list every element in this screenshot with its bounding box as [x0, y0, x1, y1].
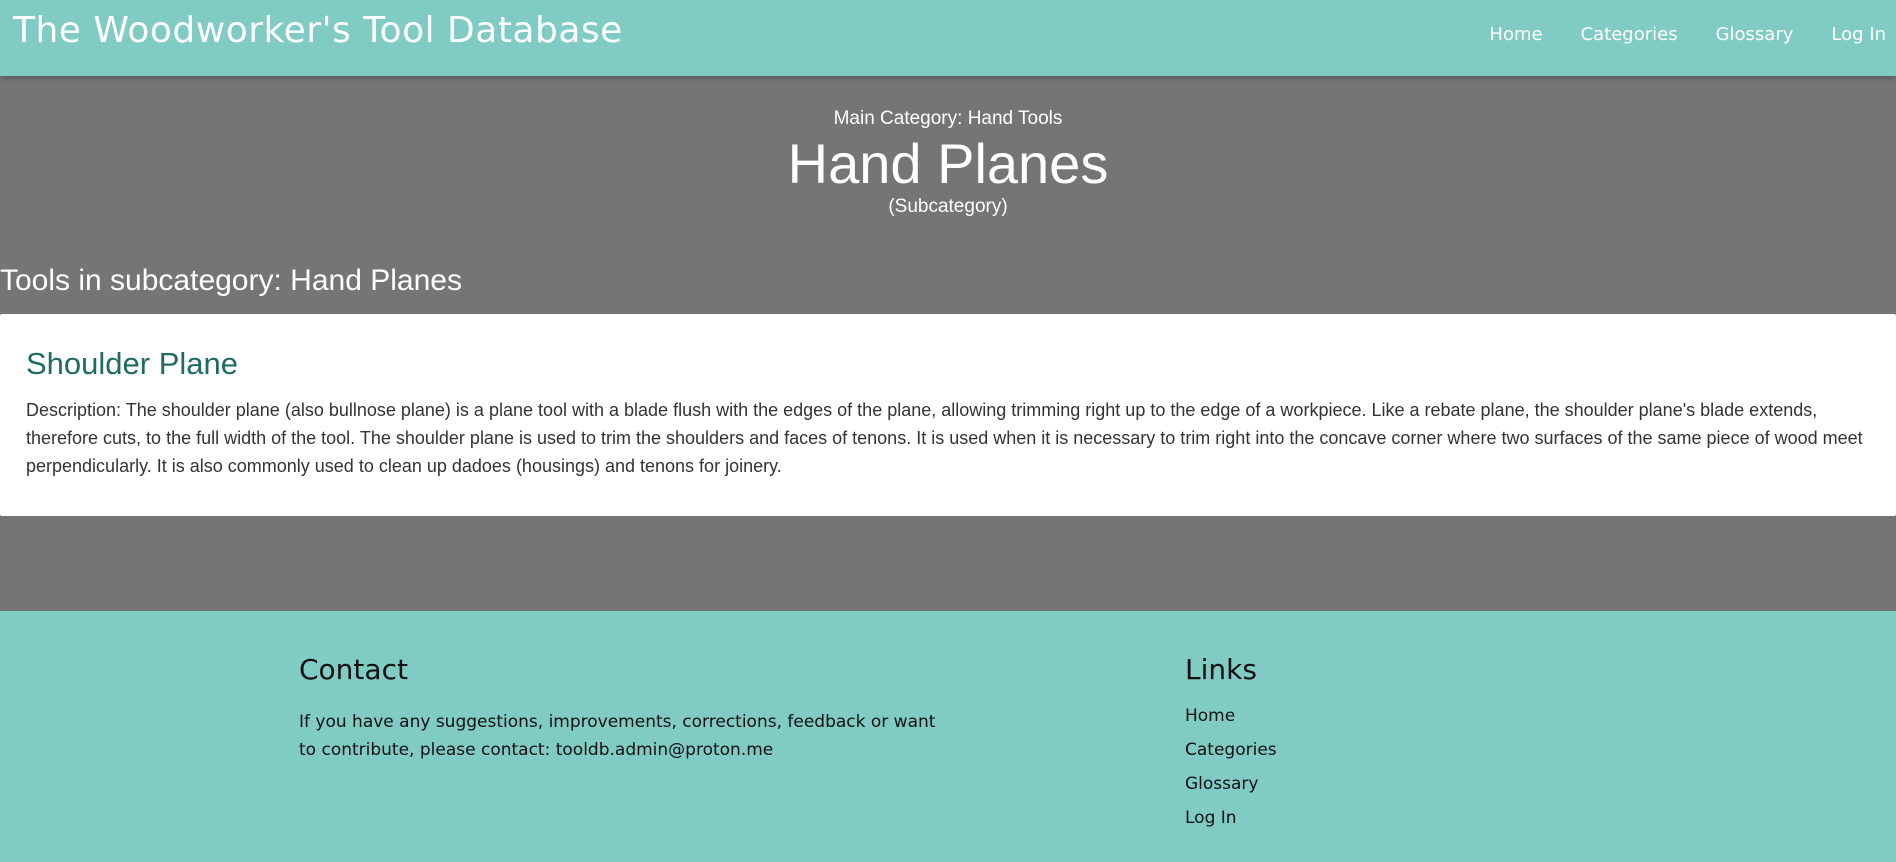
nav-link-home[interactable]: Home — [1489, 24, 1542, 45]
footer-list-item: Glossary — [1185, 774, 1277, 808]
tool-description: Description: The shoulder plane (also bu… — [26, 400, 1863, 476]
page-footer: Contact If you have any suggestions, imp… — [0, 611, 1896, 862]
footer-link-home[interactable]: Home — [1185, 706, 1235, 726]
footer-list-item: Log In — [1185, 808, 1277, 842]
site-brand-link[interactable]: The Woodworker's Tool Database — [13, 10, 623, 51]
main-category-label: Main Category: Hand Tools — [833, 108, 1063, 129]
nav-link-categories[interactable]: Categories — [1581, 24, 1678, 45]
nav-link-glossary[interactable]: Glossary — [1716, 24, 1794, 45]
top-navbar: The Woodworker's Tool Database Home Cate… — [0, 0, 1896, 76]
page-title: Hand Planes — [787, 132, 1109, 195]
footer-links-heading: Links — [1185, 653, 1257, 686]
footer-contact-text: If you have any suggestions, improvement… — [299, 712, 936, 760]
footer-list-item: Categories — [1185, 740, 1277, 774]
nav-link-log-in[interactable]: Log In — [1831, 24, 1886, 45]
tool-card: Shoulder Plane Description: The shoulder… — [0, 314, 1896, 516]
tools-section-heading: Tools in subcategory: Hand Planes — [0, 264, 462, 297]
footer-contact-heading: Contact — [299, 653, 408, 686]
subcategory-label: (Subcategory) — [888, 196, 1008, 217]
footer-link-list: Home Categories Glossary Log In — [1185, 706, 1277, 842]
footer-link-log-in[interactable]: Log In — [1185, 808, 1237, 828]
footer-list-item: Home — [1185, 706, 1277, 740]
footer-link-categories[interactable]: Categories — [1185, 740, 1277, 760]
footer-contact: Contact If you have any suggestions, imp… — [299, 653, 939, 764]
footer-link-glossary[interactable]: Glossary — [1185, 774, 1258, 794]
tool-title-link[interactable]: Shoulder Plane — [26, 346, 238, 381]
footer-links: Links Home Categories Glossary Log In — [1185, 653, 1277, 842]
subcategory-header: Main Category: Hand Tools Hand Planes (S… — [0, 108, 1896, 218]
nav-links: Home Categories Glossary Log In — [1489, 0, 1896, 68]
